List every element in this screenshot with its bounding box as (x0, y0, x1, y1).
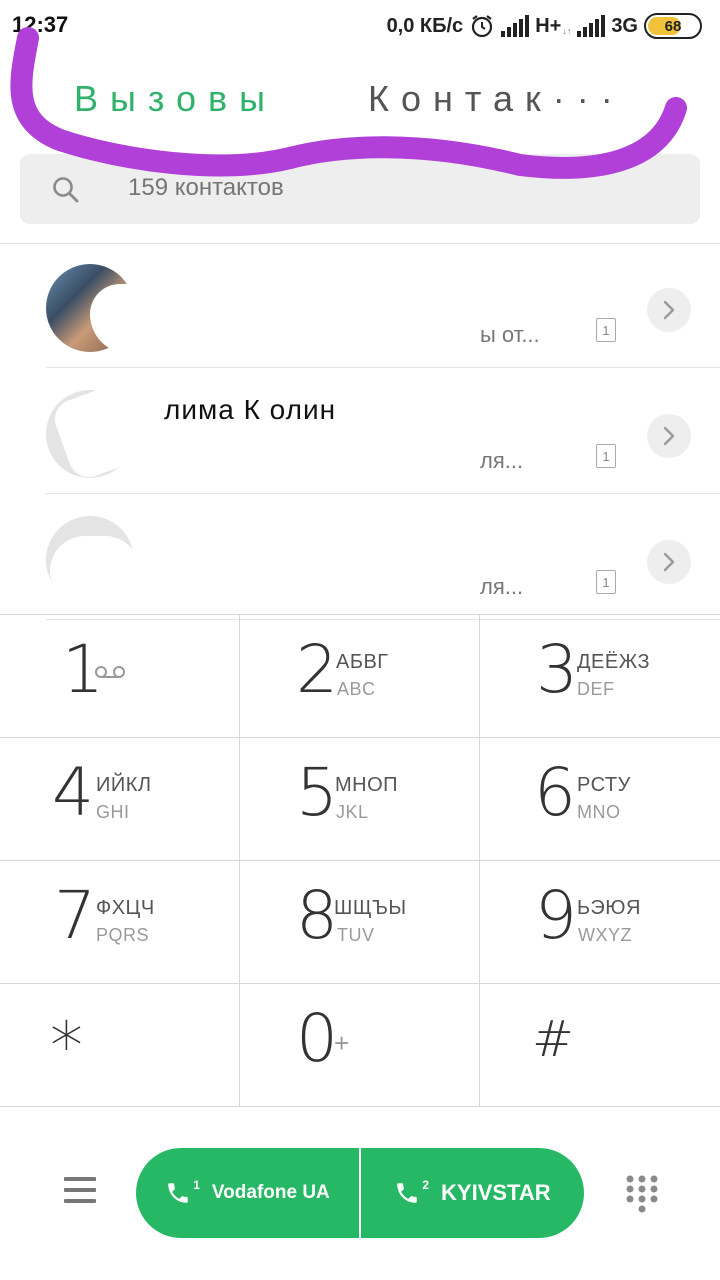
key-digit: 7 (54, 877, 96, 954)
call-sim1-label: Vodafone UA (211, 1182, 330, 1203)
redaction (90, 284, 470, 354)
key-digit: * (50, 1008, 83, 1085)
key-digit: 6 (534, 754, 576, 831)
key-latin: MNO (577, 802, 621, 822)
chevron-right-icon (663, 300, 675, 320)
contact-subtitle: ля... (480, 448, 524, 473)
contact-details-button[interactable] (647, 414, 691, 458)
key-star[interactable]: * (0, 984, 240, 1107)
call-sim1-button[interactable]: 1 Vodafone UA (136, 1148, 361, 1238)
key-digit: 2 (296, 631, 338, 708)
sim-badge-icon: 1 (596, 570, 616, 594)
key-digit: 3 (536, 631, 578, 708)
contact-row[interactable]: ля... 1 (0, 496, 720, 620)
key-hash[interactable]: # (480, 984, 720, 1107)
voicemail-icon (94, 665, 126, 684)
key-4[interactable]: 4 ИЙКЛ GHI (0, 738, 240, 861)
bottom-bar: 1 Vodafone UA 2 KYIVSTAR (0, 1108, 720, 1280)
sim-number: 1 (193, 1178, 200, 1192)
key-cyrillic: МНОП (335, 774, 399, 796)
contact-subtitle: ля... (480, 574, 524, 599)
chevron-right-icon (663, 552, 675, 572)
key-digit: 9 (535, 877, 577, 954)
key-latin: ABC (337, 679, 376, 699)
key-9[interactable]: 9 ЬЭЮЯ WXYZ (480, 861, 720, 984)
key-cyrillic: РСТУ (577, 774, 631, 796)
key-cyrillic: ДЕЁЖЗ (577, 651, 651, 673)
key-digit: # (532, 1010, 574, 1068)
key-latin: DEF (577, 679, 615, 699)
key-cyrillic: ФХЦЧ (96, 897, 155, 919)
chevron-right-icon (663, 426, 675, 446)
key-5[interactable]: 5 МНОП JKL (240, 738, 480, 861)
row-divider (46, 367, 720, 368)
sim-badge-icon: 1 (596, 318, 616, 342)
phone-icon (397, 1183, 418, 1203)
key-latin: JKL (336, 802, 369, 822)
key-cyrillic: ИЙКЛ (96, 774, 152, 796)
contact-name: лима К олин (164, 394, 337, 425)
key-latin: WXYZ (578, 925, 632, 945)
menu-button[interactable] (62, 1174, 98, 1206)
dialpad: 1 2 АБВГ ABC 3 ДЕЁЖЗ DEF 4 ИЙКЛ GHI 5 МН… (0, 614, 720, 1108)
dialpad-icon (626, 1175, 658, 1213)
contact-details-button[interactable] (647, 540, 691, 584)
contact-details-button[interactable] (647, 288, 691, 332)
key-plus: + (334, 1028, 350, 1058)
dialpad-toggle-button[interactable] (624, 1174, 660, 1214)
contact-row[interactable]: лима К олин ля... 1 (0, 370, 720, 494)
sim-number: 2 (422, 1178, 430, 1192)
key-latin: TUV (337, 925, 375, 945)
key-digit: 5 (296, 754, 338, 831)
key-6[interactable]: 6 РСТУ MNO (480, 738, 720, 861)
hamburger-icon (64, 1177, 96, 1203)
call-button-group: 1 Vodafone UA 2 KYIVSTAR (136, 1148, 584, 1238)
contact-row[interactable]: ы от... 1 (0, 244, 720, 368)
key-digit: 0 (296, 1000, 338, 1077)
scribble-annotation (10, 27, 687, 179)
redaction (240, 430, 480, 490)
key-cyrillic: АБВГ (336, 651, 389, 673)
phone-icon (168, 1183, 188, 1203)
row-divider (46, 493, 720, 494)
key-2[interactable]: 2 АБВГ ABC (240, 615, 480, 738)
key-0[interactable]: 0 + (240, 984, 480, 1107)
key-digit: 8 (296, 877, 338, 954)
call-sim2-label: KYIVSTAR (441, 1180, 551, 1205)
key-digit: 4 (52, 754, 94, 831)
key-latin: PQRS (96, 925, 150, 945)
key-cyrillic: ШЩЪЫ (334, 897, 407, 919)
contact-list: ы от... 1 лима К олин ля... 1 ля... 1 (0, 244, 720, 620)
key-1[interactable]: 1 (0, 615, 240, 738)
key-8[interactable]: 8 ШЩЪЫ TUV (240, 861, 480, 984)
call-sim2-button[interactable]: 2 KYIVSTAR (361, 1148, 584, 1238)
key-cyrillic: ЬЭЮЯ (577, 897, 641, 919)
key-latin: GHI (96, 802, 130, 822)
sim-badge-icon: 1 (596, 444, 616, 468)
key-3[interactable]: 3 ДЕЁЖЗ DEF (480, 615, 720, 738)
contact-subtitle: ы от... (480, 322, 540, 347)
key-7[interactable]: 7 ФХЦЧ PQRS (0, 861, 240, 984)
